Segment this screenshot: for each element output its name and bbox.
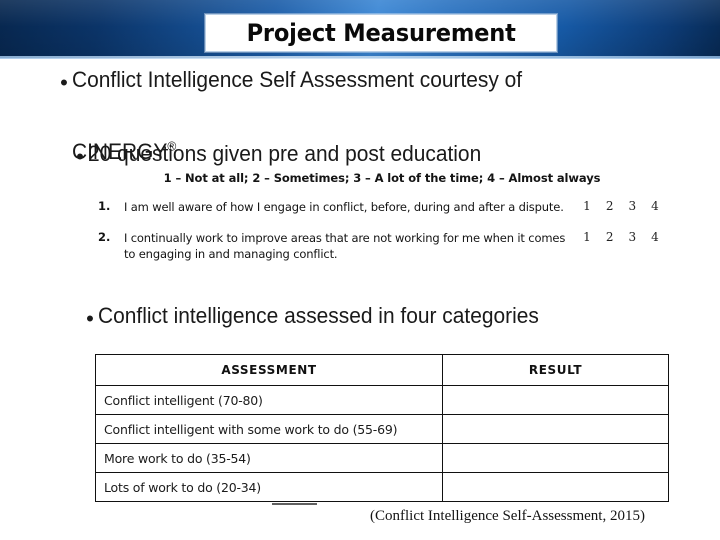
bullet-item-2-label: 20 questions given pre and post educatio… [88, 141, 482, 166]
assessment-band-label: Conflict intelligent (70-80) [95, 385, 443, 415]
rating-option-4[interactable]: 4 [648, 230, 662, 244]
bullet-item-1: • Conflict Intelligence Self Assessment … [56, 66, 716, 95]
bullet-item-3-label: Conflict intelligence assessed in four c… [98, 303, 539, 328]
underline-artifact [272, 503, 317, 505]
rating-option-4[interactable]: 4 [648, 199, 662, 213]
rating-option-1[interactable]: 1 [580, 230, 594, 244]
result-cell[interactable] [442, 472, 669, 502]
question-text: I continually work to improve areas that… [124, 230, 566, 262]
result-cell[interactable] [442, 443, 669, 473]
table-row: Conflict intelligent with some work to d… [95, 414, 669, 444]
bullet-dot-icon: • [86, 306, 94, 331]
rating-scale-legend: 1 – Not at all; 2 – Sometimes; 3 – A lot… [163, 171, 601, 185]
rating-option-1[interactable]: 1 [580, 199, 594, 213]
assessment-band-label: Lots of work to do (20-34) [95, 472, 443, 502]
bullet-dot-icon: • [60, 70, 68, 95]
assessment-band-label: Conflict intelligent with some work to d… [95, 414, 443, 444]
source-citation: (Conflict Intelligence Self-Assessment, … [370, 508, 645, 524]
table-header-row: ASSESSMENT RESULT [95, 354, 669, 386]
assessment-result-table: ASSESSMENT RESULT Conflict intelligent (… [95, 354, 669, 502]
question-rating-scale[interactable]: 1 2 3 4 [576, 199, 668, 213]
result-cell[interactable] [442, 385, 669, 415]
question-text: I am well aware of how I engage in confl… [124, 200, 564, 214]
rating-option-2[interactable]: 2 [603, 230, 617, 244]
rating-option-3[interactable]: 3 [625, 199, 639, 213]
rating-option-2[interactable]: 2 [603, 199, 617, 213]
bullet-item-2: • 20 questions given pre and post educat… [72, 140, 712, 169]
assessment-band-label: More work to do (35-54) [95, 443, 443, 473]
bullet-item-3: • Conflict intelligence assessed in four… [82, 302, 720, 331]
column-header-assessment: ASSESSMENT [95, 354, 443, 386]
column-header-result: RESULT [442, 354, 669, 386]
assessment-question-row: 2. I continually work to improve areas t… [96, 230, 668, 263]
slide-title-box: Project Measurement [205, 14, 557, 52]
bullet-item-1-label: Conflict Intelligence Self Assessment co… [72, 67, 523, 92]
question-rating-scale[interactable]: 1 2 3 4 [576, 230, 668, 244]
question-number: 2. [98, 229, 111, 244]
result-cell[interactable] [442, 414, 669, 444]
header-bottom-rule [0, 56, 720, 59]
assessment-question-row: 1. I am well aware of how I engage in co… [96, 199, 668, 216]
self-assessment-snippet: 1 – Not at all; 2 – Sometimes; 3 – A lot… [96, 170, 668, 295]
page-title: Project Measurement [246, 19, 516, 47]
rating-option-3[interactable]: 3 [625, 230, 639, 244]
question-number: 1. [98, 199, 111, 213]
bullet-dot-icon: • [76, 144, 84, 169]
table-row: Lots of work to do (20-34) [95, 472, 669, 502]
table-row: Conflict intelligent (70-80) [95, 385, 669, 415]
table-row: More work to do (35-54) [95, 443, 669, 473]
